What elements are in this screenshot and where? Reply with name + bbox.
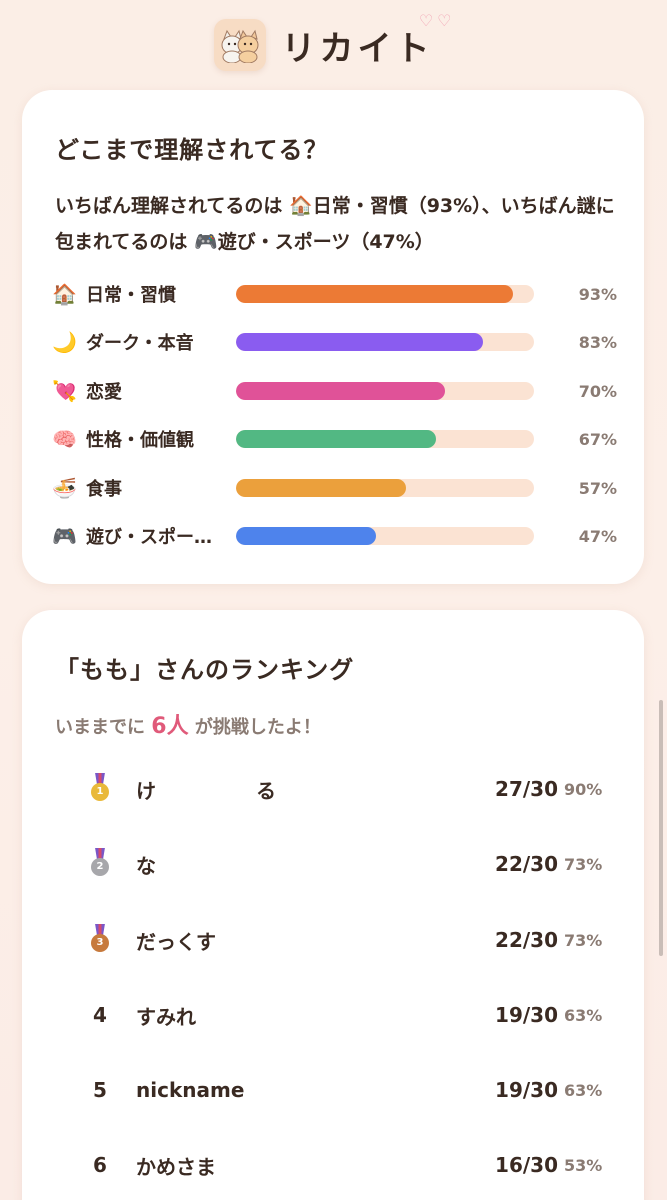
challenge-count-text: いままでに 6人 が挑戦したよ！: [55, 708, 321, 740]
bronze-medal-icon: 3: [80, 923, 120, 957]
category-bar-track: [236, 430, 534, 448]
category-row: 🌙 ダーク・本音 83%: [52, 327, 617, 357]
category-row: 🍜 食事 57%: [52, 473, 617, 503]
category-bar-fill: [236, 479, 406, 497]
cat-pair-icon: [213, 19, 266, 71]
gold-medal-icon: 1: [80, 772, 120, 806]
player-name: な: [136, 853, 156, 878]
ranking-row[interactable]: 1 け る 27/30 90%: [80, 769, 603, 809]
category-emoji-icon: 🎮: [52, 524, 77, 548]
category-bar-fill: [236, 285, 514, 303]
category-bar-track: [236, 479, 534, 497]
player-percent: 73%: [564, 930, 603, 950]
player-score: 19/30: [495, 1003, 558, 1027]
category-label: 性格・価値観: [86, 430, 194, 451]
silver-medal-icon: 2: [80, 847, 120, 881]
player-score: 22/30: [495, 928, 558, 952]
logo[interactable]: リカイト ♡♡: [213, 10, 456, 71]
player-score: 16/30: [495, 1153, 558, 1177]
player-name: nickname: [136, 1078, 245, 1102]
app-header: リカイト ♡♡: [0, 0, 667, 90]
category-percent: 47%: [578, 526, 617, 546]
category-label: 恋愛: [86, 382, 122, 403]
player-percent: 63%: [564, 1005, 603, 1025]
ranking-row[interactable]: 2 な 22/30 73%: [80, 844, 603, 884]
ranking-row[interactable]: 4 すみれ 19/30 63%: [80, 995, 603, 1035]
category-percent: 70%: [578, 381, 617, 401]
category-percent: 83%: [578, 332, 617, 352]
category-bar-fill: [236, 430, 436, 448]
category-bar-track: [236, 285, 534, 303]
category-emoji-icon: 🧠: [52, 427, 77, 451]
category-bar-fill: [236, 333, 484, 351]
category-emoji-icon: 🌙: [52, 330, 77, 354]
player-score: 27/30: [495, 777, 558, 801]
ranking-title: 「もも」さんのランキング: [55, 656, 355, 684]
player-score: 22/30: [495, 852, 558, 876]
category-bar-fill: [236, 382, 445, 400]
player-percent: 53%: [564, 1155, 603, 1175]
category-percent: 67%: [578, 429, 617, 449]
player-name: かめさま: [136, 1154, 216, 1179]
player-percent: 73%: [564, 854, 603, 874]
understanding-summary: いちばん理解されてるのは 🏠日常・習慣（93%）、いちばん謎に包まれてるのは 🎮…: [55, 195, 615, 253]
understanding-card: どこまで理解されてる？ いちばん理解されてるのは 🏠日常・習慣（93%）、いちば…: [22, 90, 644, 584]
category-row: 💘 恋愛 70%: [52, 376, 617, 406]
scrollbar[interactable]: [659, 700, 663, 956]
challenge-prefix: いままでに: [55, 717, 145, 738]
category-percent: 93%: [578, 284, 617, 304]
category-bar-track: [236, 333, 534, 351]
category-label: 遊び・スポー…: [86, 527, 212, 548]
category-label: 食事: [86, 479, 122, 500]
category-label: 日常・習慣: [86, 285, 176, 306]
player-percent: 63%: [564, 1080, 603, 1100]
player-score: 19/30: [495, 1078, 558, 1102]
category-label: ダーク・本音: [86, 333, 194, 354]
category-row: 🎮 遊び・スポー… 47%: [52, 521, 617, 551]
app-title: リカイト ♡♡: [281, 10, 456, 69]
player-name: すみれ: [136, 1004, 196, 1029]
rank-number: 6: [93, 1153, 107, 1177]
player-name: け る: [136, 778, 276, 803]
category-emoji-icon: 🍜: [52, 476, 77, 500]
challenge-suffix: が挑戦したよ！: [194, 717, 321, 738]
player-percent: 90%: [564, 779, 603, 799]
category-percent: 57%: [578, 478, 617, 498]
hearts-icon: ♡♡: [418, 10, 456, 30]
challenge-count: 6人: [151, 714, 189, 739]
category-bar-fill: [236, 527, 377, 545]
category-bar-track: [236, 527, 534, 545]
understanding-title: どこまで理解されてる？: [55, 136, 329, 164]
category-row: 🏠 日常・習慣 93%: [52, 279, 617, 309]
ranking-card: 「もも」さんのランキング いままでに 6人 が挑戦したよ！ 1 け る 27/30 9…: [22, 610, 644, 1200]
category-bar-track: [236, 382, 534, 400]
ranking-row[interactable]: 6 かめさま 16/30 53%: [80, 1145, 603, 1185]
category-emoji-icon: 💘: [52, 379, 77, 403]
category-row: 🧠 性格・価値観 67%: [52, 424, 617, 454]
player-name: だっくす: [136, 929, 216, 954]
category-emoji-icon: 🏠: [52, 282, 77, 306]
ranking-row[interactable]: 3 だっくす 22/30 73%: [80, 920, 603, 960]
rank-number: 4: [93, 1003, 107, 1027]
ranking-row[interactable]: 5 nickname 19/30 63%: [80, 1070, 603, 1110]
rank-number: 5: [93, 1078, 107, 1102]
